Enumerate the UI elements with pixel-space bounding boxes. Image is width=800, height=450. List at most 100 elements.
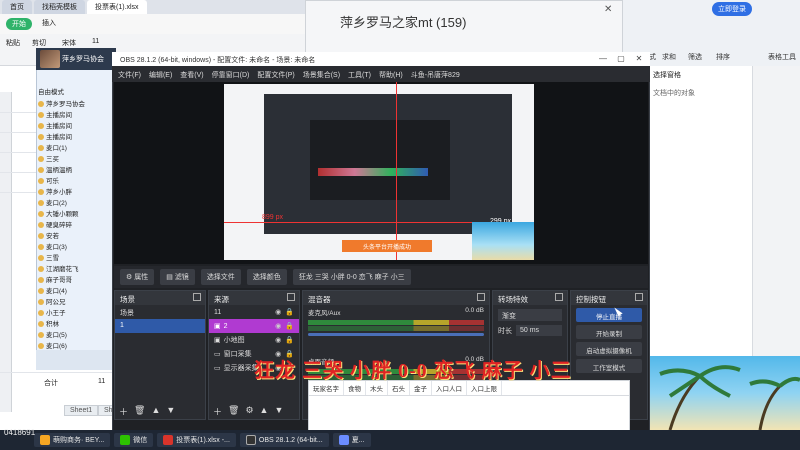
minimize-icon[interactable]: — xyxy=(594,52,612,66)
stats-header-cell[interactable]: 食物 xyxy=(344,381,366,395)
taskbar-item[interactable]: OBS 28.1.2 (64-bit... xyxy=(239,433,329,447)
font-size-select[interactable]: 11 xyxy=(92,38,99,45)
channel-list-item[interactable]: 主播房间 xyxy=(38,131,114,142)
paste-button[interactable]: 粘贴 xyxy=(6,38,20,48)
stats-spreadsheet[interactable]: 玩家名字 食物 木头 石头 金子 入口人口 入口上限 xyxy=(308,380,630,432)
sheet-tab-1[interactable]: Sheet1 xyxy=(64,405,99,416)
avatar[interactable] xyxy=(40,50,60,68)
trash-icon[interactable]: 🗑 xyxy=(228,405,239,415)
taskbar-item[interactable]: 萌购商务· BEY... xyxy=(34,433,111,447)
channel-list-item[interactable]: 积林 xyxy=(38,318,114,329)
excel-tab-home[interactable]: 首页 xyxy=(2,0,32,14)
properties-button[interactable]: ⚙ 属性 xyxy=(120,269,155,285)
channel-list-item[interactable]: 主播房间 xyxy=(38,109,114,120)
stats-header-cell[interactable]: 木头 xyxy=(366,381,388,395)
start-recording-button[interactable]: 开始录制 xyxy=(576,325,642,339)
add-icon[interactable]: ＋ xyxy=(213,405,222,417)
duration-input[interactable]: 50 ms xyxy=(516,325,562,336)
obs-menu-item[interactable]: 文件(F) xyxy=(118,70,141,79)
chevron-up-icon[interactable]: ▲ xyxy=(151,405,160,415)
channel-list-item[interactable]: 萍乡小胖 xyxy=(38,186,114,197)
channel-list-item[interactable]: 硬臭碎碎 xyxy=(38,219,114,230)
channel-list-item[interactable]: 安若 xyxy=(38,230,114,241)
obs-menu-item[interactable]: 编辑(E) xyxy=(149,70,172,79)
eye-icon[interactable]: ◉ xyxy=(275,336,281,344)
stats-header-cell[interactable]: 入口人口 xyxy=(432,381,467,395)
filters-button[interactable]: ▤ 滤镜 xyxy=(160,269,195,285)
excel-tab-templates[interactable]: 找稻壳模板 xyxy=(34,0,85,14)
obs-menu-item[interactable]: 工具(T) xyxy=(348,70,371,79)
channel-list-item[interactable]: 麦口(1) xyxy=(38,142,114,153)
obs-menu-item[interactable]: 停靠窗口(D) xyxy=(212,70,250,79)
volume-slider[interactable] xyxy=(308,333,484,336)
channel-list-item[interactable]: 麦口(2) xyxy=(38,197,114,208)
close-icon[interactable]: ✕ xyxy=(630,52,648,66)
undock-icon[interactable] xyxy=(555,293,563,301)
channel-list-item[interactable]: 可乐 xyxy=(38,175,114,186)
scene-item[interactable]: 场景 xyxy=(115,305,205,319)
channel-list-item[interactable]: 麦口(3) xyxy=(38,241,114,252)
eye-icon[interactable]: ◉ xyxy=(275,308,281,316)
obs-menu-item[interactable]: 查看(V) xyxy=(180,70,203,79)
source-item-selected[interactable]: ▣ 2 ◉ 🔒 xyxy=(209,319,299,333)
channel-list-item[interactable]: 阿公兄 xyxy=(38,296,114,307)
transition-select[interactable]: 渐变 xyxy=(498,309,562,321)
wps-side-toolbar[interactable] xyxy=(752,66,800,356)
taskbar-item[interactable]: 投票表(1).xlsx -... xyxy=(157,433,236,447)
channel-list-item[interactable]: 麦口(5) xyxy=(38,329,114,340)
chevron-up-icon[interactable]: ▲ xyxy=(260,405,269,415)
filter-button[interactable]: 筛选 xyxy=(688,52,702,62)
channel-list-item[interactable]: 江湖磨花飞 xyxy=(38,263,114,274)
font-name-select[interactable]: 宋体 xyxy=(62,38,76,48)
source-item[interactable]: ▣ 小地图 ◉ 🔒 xyxy=(209,333,299,347)
source-item[interactable]: 11 ◉ 🔒 xyxy=(209,305,299,319)
stats-header-cell[interactable]: 玩家名字 xyxy=(309,381,344,395)
obs-menu-item[interactable]: 斗鱼-吊唐萍829 xyxy=(411,70,460,79)
gear-icon[interactable]: ⚙ xyxy=(245,405,253,415)
start-virtual-camera-button[interactable]: 启动虚拟摄像机 xyxy=(576,342,642,356)
studio-mode-button[interactable]: 工作室模式 xyxy=(576,359,642,373)
obs-menu-item[interactable]: 场景集合(S) xyxy=(303,70,340,79)
trash-icon[interactable]: 🗑 xyxy=(134,405,145,415)
channel-list-item[interactable]: 主播房间 xyxy=(38,120,114,131)
undock-icon[interactable] xyxy=(287,293,295,301)
sum-button[interactable]: 求和 xyxy=(662,52,676,62)
channel-list-item[interactable]: 溫柄溫柄 xyxy=(38,164,114,175)
stats-header-cell[interactable]: 入口上限 xyxy=(467,381,502,395)
channel-list-item[interactable]: 大锤小颗颗 xyxy=(38,208,114,219)
cut-button[interactable]: 剪切 xyxy=(32,38,46,48)
obs-menu-item[interactable]: 配置文件(P) xyxy=(257,70,294,79)
select-color-button[interactable]: 选择颜色 xyxy=(246,269,287,285)
stop-streaming-button[interactable]: 停止直播 xyxy=(576,308,642,322)
taskbar-item[interactable]: 微信 xyxy=(114,433,154,447)
channel-list-item[interactable]: 三买 xyxy=(38,153,114,164)
obs-menu-item[interactable]: 帮助(H) xyxy=(379,70,403,79)
table-tools-button[interactable]: 表格工具 xyxy=(768,52,796,62)
stats-header-cell[interactable]: 石头 xyxy=(388,381,410,395)
chevron-down-icon[interactable]: ▼ xyxy=(274,405,283,415)
channel-list-item[interactable]: 麦口(4) xyxy=(38,285,114,296)
select-file-button[interactable]: 选择文件 xyxy=(200,269,241,285)
channel-list-item[interactable]: 麻子哥哥 xyxy=(38,274,114,285)
undock-icon[interactable] xyxy=(635,293,643,301)
channel-list-item[interactable]: 萍乡罗马协会 xyxy=(38,98,114,109)
excel-start-tab[interactable]: 开始 xyxy=(6,18,32,30)
channel-list-item[interactable]: 三雪 xyxy=(38,252,114,263)
excel-insert-tab[interactable]: 插入 xyxy=(42,18,56,30)
eye-icon[interactable]: ◉ xyxy=(275,322,281,330)
excel-tab-file[interactable]: 投票表(1).xlsx xyxy=(87,0,147,14)
scene-item-selected[interactable]: 1 xyxy=(115,319,205,333)
close-icon[interactable]: ✕ xyxy=(604,4,612,15)
stats-header-cell[interactable]: 金子 xyxy=(410,381,432,395)
channel-list-item[interactable]: 小王子 xyxy=(38,307,114,318)
maximize-icon[interactable]: ▢ xyxy=(612,52,630,66)
taskbar-item[interactable]: 夏... xyxy=(332,433,371,447)
add-icon[interactable]: ＋ xyxy=(119,405,128,417)
lock-icon[interactable]: 🔒 xyxy=(285,336,294,344)
sort-button[interactable]: 排序 xyxy=(716,52,730,62)
undock-icon[interactable] xyxy=(477,293,485,301)
lock-icon[interactable]: 🔒 xyxy=(285,308,294,316)
login-button[interactable]: 立即登录 xyxy=(712,2,752,16)
mode-select[interactable]: 自由模式 xyxy=(38,86,114,97)
lock-icon[interactable]: 🔒 xyxy=(285,322,294,330)
